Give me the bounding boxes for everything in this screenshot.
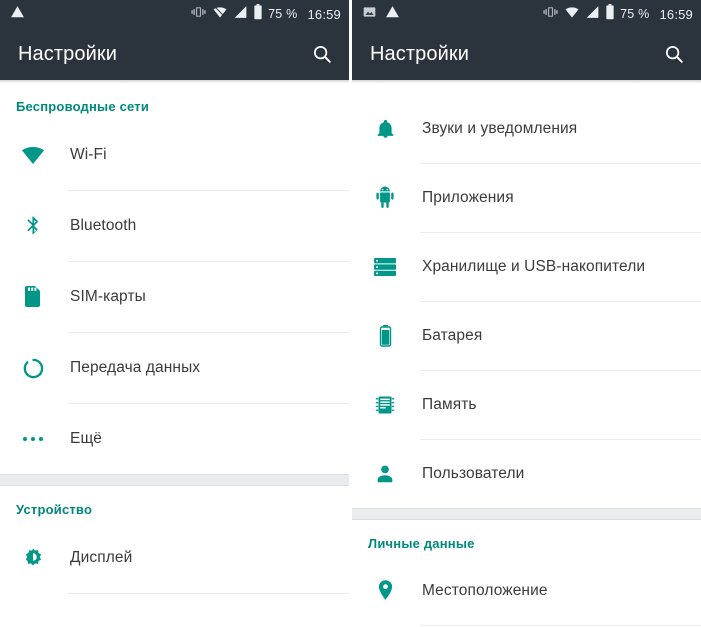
person-icon: [368, 463, 402, 485]
sidebar-item-data-usage[interactable]: Передача данных: [0, 333, 349, 403]
battery-percent-label: 75 %: [620, 7, 650, 21]
sidebar-item-label: Дисплей: [70, 549, 133, 566]
section-header-wireless: Беспроводные сети: [16, 99, 150, 114]
sidebar-item-label: Bluetooth: [70, 217, 137, 234]
data-usage-icon: [16, 357, 50, 380]
battery-percent-label: 75 %: [268, 7, 298, 21]
right-settings-list[interactable]: Звуки и уведомления Приложения Хранилище…: [352, 83, 701, 627]
sidebar-item-more[interactable]: Ещё: [0, 404, 349, 474]
location-pin-icon: [368, 579, 402, 603]
sidebar-item-label: Батарея: [422, 327, 483, 344]
wifi-icon: [16, 143, 50, 167]
sidebar-item-users[interactable]: Пользователи: [352, 440, 701, 508]
storage-icon: [368, 257, 402, 277]
right-status-bar-notifications: [362, 5, 542, 24]
battery-icon: [605, 3, 615, 25]
sidebar-item-label: Звуки и уведомления: [422, 120, 578, 137]
left-status-bar-notifications: [10, 5, 190, 24]
wifi-icon: [212, 5, 228, 24]
bell-icon: [368, 117, 402, 141]
warning-triangle-icon: [10, 5, 25, 24]
warning-triangle-icon: [385, 5, 400, 24]
android-robot-icon: [368, 186, 402, 210]
wifi-icon: [564, 5, 580, 24]
left-settings-list[interactable]: Беспроводные сети Wi-Fi Bluetooth SIM-ка…: [0, 83, 349, 627]
more-horizontal-icon: [16, 435, 50, 443]
sidebar-item-sim-cards[interactable]: SIM-карты: [0, 262, 349, 332]
cell-signal-icon: [585, 5, 600, 24]
section-separator: [352, 508, 701, 520]
left-phone-screen: 75 % 16:59 Настройки Беспроводные сети W…: [0, 0, 349, 627]
vibrate-icon: [542, 5, 559, 24]
page-title: Настройки: [370, 42, 469, 65]
vibrate-icon: [190, 5, 207, 24]
sidebar-item-apps[interactable]: Приложения: [352, 164, 701, 232]
battery-icon: [368, 324, 402, 348]
display-brightness-icon: [16, 546, 50, 570]
search-icon[interactable]: [309, 41, 335, 67]
right-status-bar-system-icons: 75 % 16:59: [542, 3, 693, 25]
left-status-bar-system-icons: 75 % 16:59: [190, 3, 341, 25]
sidebar-item-sound-notifications[interactable]: Звуки и уведомления: [352, 95, 701, 163]
sidebar-item-label: Wi-Fi: [70, 146, 107, 163]
sidebar-item-storage[interactable]: Хранилище и USB-накопители: [352, 233, 701, 301]
memory-chip-icon: [368, 394, 402, 416]
list-divider: [420, 625, 701, 626]
image-icon: [362, 5, 377, 24]
left-toolbar: Настройки: [0, 28, 349, 80]
status-clock: 16:59: [307, 6, 341, 22]
section-header-device: Устройство: [16, 502, 93, 517]
status-clock: 16:59: [659, 6, 693, 22]
cell-signal-icon: [233, 5, 248, 24]
page-title: Настройки: [18, 42, 117, 65]
left-status-bar: 75 % 16:59: [0, 0, 349, 28]
bluetooth-icon: [16, 214, 50, 238]
dual-screenshot-container: 75 % 16:59 Настройки Беспроводные сети W…: [0, 0, 701, 627]
section-header-personal: Личные данные: [368, 536, 475, 551]
sidebar-item-label: Хранилище и USB-накопители: [422, 258, 646, 275]
sidebar-item-display[interactable]: Дисплей: [0, 523, 349, 593]
sidebar-item-bluetooth[interactable]: Bluetooth: [0, 191, 349, 261]
sidebar-item-label: Приложения: [422, 189, 514, 206]
right-status-bar: 75 % 16:59: [352, 0, 701, 28]
list-divider: [68, 593, 349, 594]
sidebar-item-memory[interactable]: Память: [352, 371, 701, 439]
sidebar-item-battery[interactable]: Батарея: [352, 302, 701, 370]
section-separator: [0, 474, 349, 486]
sidebar-item-label: Пользователи: [422, 465, 525, 482]
sidebar-item-label: Ещё: [70, 430, 103, 447]
right-toolbar: Настройки: [352, 28, 701, 80]
battery-icon: [253, 3, 263, 25]
sidebar-item-label: SIM-карты: [70, 288, 146, 305]
sidebar-item-location[interactable]: Местоположение: [352, 557, 701, 625]
sidebar-item-wifi[interactable]: Wi-Fi: [0, 120, 349, 190]
search-icon[interactable]: [661, 41, 687, 67]
sidebar-item-label: Память: [422, 396, 477, 413]
right-phone-screen: 75 % 16:59 Настройки Звуки и уведомления: [352, 0, 701, 627]
sim-card-icon: [16, 285, 50, 309]
sidebar-item-label: Передача данных: [70, 359, 201, 376]
sidebar-item-label: Местоположение: [422, 582, 548, 599]
